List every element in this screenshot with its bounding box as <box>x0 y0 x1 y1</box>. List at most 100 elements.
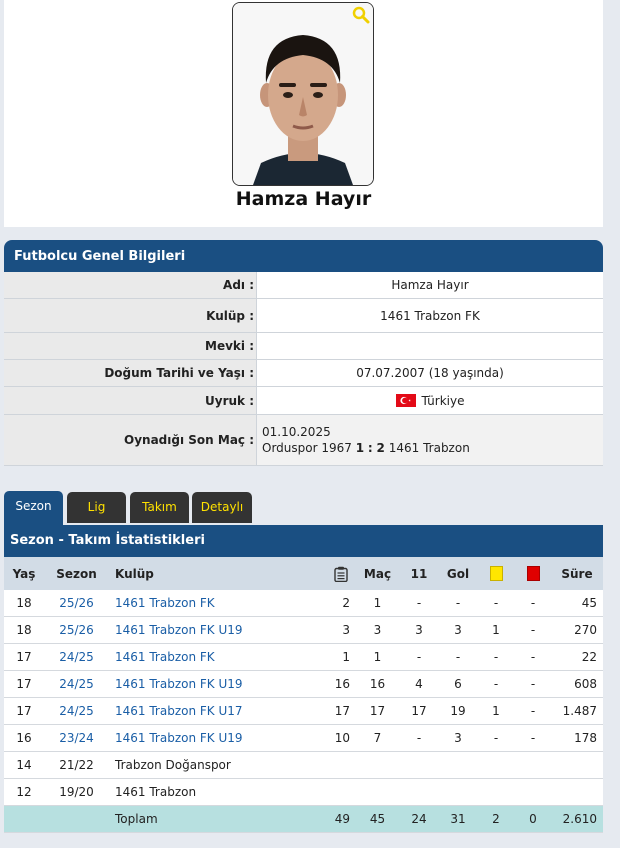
info-value: Türkiye <box>256 387 603 414</box>
club-link[interactable]: 1461 Trabzon FK <box>115 596 215 610</box>
table-cell <box>326 778 356 806</box>
table-cell: 1.487 <box>551 697 603 725</box>
table-row: 18 25/26 1461 Trabzon FK U19 3 3 3 3 1-270 <box>4 616 603 644</box>
club-link[interactable]: 1461 Trabzon FK <box>115 650 215 664</box>
table-cell: 17 <box>4 697 44 725</box>
stats-title: Sezon - Takım İstatistikleri <box>4 525 603 557</box>
table-cell <box>356 778 399 806</box>
season-link[interactable]: 24/25 <box>59 704 94 718</box>
general-info-card: Futbolcu Genel Bilgileri Adı : Hamza Hay… <box>4 240 603 466</box>
last-match-away-score: 2 <box>376 441 385 455</box>
table-cell: - <box>399 643 439 671</box>
table-cell: - <box>515 670 551 698</box>
table-row: 14 21/22 Trabzon Doğanspor <box>4 751 603 779</box>
col-season[interactable]: Sezon <box>44 557 109 590</box>
player-name: Hamza Hayır <box>235 188 372 210</box>
season-link[interactable]: 25/26 <box>59 596 94 610</box>
total-cell: 2.610 <box>551 805 603 833</box>
last-match-away: 1461 Trabzon <box>388 441 470 455</box>
table-cell: - <box>477 670 515 698</box>
info-label: Uyruk : <box>4 387 256 414</box>
col-matches[interactable]: Maç <box>356 557 399 590</box>
total-cell: 31 <box>439 805 477 833</box>
info-row-position: Mevki : <box>4 333 603 360</box>
col-yellow-card[interactable] <box>477 557 515 590</box>
table-cell: 3 <box>326 616 356 644</box>
table-cell <box>551 778 603 806</box>
table-cell: 1 <box>356 643 399 671</box>
table-cell: - <box>439 590 477 617</box>
table-cell: 178 <box>551 724 603 752</box>
season-team-stats-card: Sezon - Takım İstatistikleri Yaş Sezon K… <box>4 525 603 833</box>
table-cell: 10 <box>326 724 356 752</box>
col-red-card[interactable] <box>515 557 551 590</box>
season-link[interactable]: 25/26 <box>59 623 94 637</box>
last-match-info[interactable]: 01.10.2025 Orduspor 1967 1 : 2 1461 Trab… <box>256 415 603 465</box>
nationality-text: Türkiye <box>421 393 465 408</box>
table-cell: 1461 Trabzon <box>109 778 326 806</box>
season-link[interactable]: 23/24 <box>59 731 94 745</box>
total-cell: 49 <box>326 805 356 833</box>
col-age[interactable]: Yaş <box>4 557 44 590</box>
table-cell: 25/26 <box>44 590 109 617</box>
tab-league[interactable]: Lig <box>67 492 126 523</box>
general-info-header: Futbolcu Genel Bilgileri <box>4 240 603 272</box>
table-cell <box>439 778 477 806</box>
table-cell: - <box>515 643 551 671</box>
club-link[interactable]: 1461 Trabzon FK U19 <box>115 677 243 691</box>
last-match-home: Orduspor 1967 <box>262 441 352 455</box>
table-cell: 1461 Trabzon FK U17 <box>109 697 326 725</box>
table-cell: 3 <box>356 616 399 644</box>
player-photo[interactable] <box>232 2 374 186</box>
club-link[interactable]: 1461 Trabzon FK U17 <box>115 704 243 718</box>
table-cell: - <box>477 643 515 671</box>
table-cell: 23/24 <box>44 724 109 752</box>
club-link[interactable]: 1461 Trabzon FK U19 <box>115 623 243 637</box>
table-cell <box>356 751 399 779</box>
club-link[interactable]: 1461 Trabzon FK U19 <box>115 731 243 745</box>
info-row-nationality: Uyruk : Türkiye <box>4 387 603 415</box>
table-cell: 2 <box>326 590 356 617</box>
table-cell: 24/25 <box>44 670 109 698</box>
info-row-club: Kulüp : 1461 Trabzon FK <box>4 299 603 333</box>
table-cell: 4 <box>399 670 439 698</box>
info-value: 07.07.2007 (18 yaşında) <box>256 360 603 386</box>
turkey-flag-icon <box>395 394 416 407</box>
info-value: 1461 Trabzon FK <box>256 299 603 332</box>
table-cell: 17 <box>4 670 44 698</box>
table-cell: 1461 Trabzon FK U19 <box>109 670 326 698</box>
table-cell: 18 <box>4 590 44 617</box>
season-link[interactable]: 24/25 <box>59 650 94 664</box>
col-minutes[interactable]: Süre <box>551 557 603 590</box>
season-link[interactable]: 24/25 <box>59 677 94 691</box>
clipboard-icon <box>334 566 348 582</box>
tab-detailed[interactable]: Detaylı <box>192 492 252 523</box>
table-cell: - <box>477 590 515 617</box>
table-cell: 17 <box>356 697 399 725</box>
table-cell: - <box>515 590 551 617</box>
tab-season[interactable]: Sezon <box>4 491 63 525</box>
col-goals[interactable]: Gol <box>439 557 477 590</box>
table-cell: 1461 Trabzon FK U19 <box>109 616 326 644</box>
zoom-icon[interactable] <box>352 6 370 24</box>
table-cell: - <box>439 643 477 671</box>
total-cell: 0 <box>515 805 551 833</box>
table-cell: 25/26 <box>44 616 109 644</box>
col-squad[interactable] <box>326 557 356 590</box>
table-cell: - <box>515 697 551 725</box>
table-cell: 1461 Trabzon FK U19 <box>109 724 326 752</box>
col-eleven[interactable]: 11 <box>399 557 439 590</box>
player-portrait <box>233 3 373 185</box>
table-cell: 1 <box>477 616 515 644</box>
table-cell: 16 <box>356 670 399 698</box>
info-label: Doğum Tarihi ve Yaşı : <box>4 360 256 386</box>
table-cell: 22 <box>551 643 603 671</box>
last-match-result: Orduspor 1967 1 : 2 1461 Trabzon <box>262 440 470 456</box>
last-match-date: 01.10.2025 <box>262 425 331 439</box>
col-club[interactable]: Kulüp <box>109 557 326 590</box>
tab-team[interactable]: Takım <box>130 492 189 523</box>
total-label: Toplam <box>109 805 326 833</box>
table-cell: 17 <box>4 643 44 671</box>
table-cell: 16 <box>326 670 356 698</box>
table-cell <box>477 751 515 779</box>
